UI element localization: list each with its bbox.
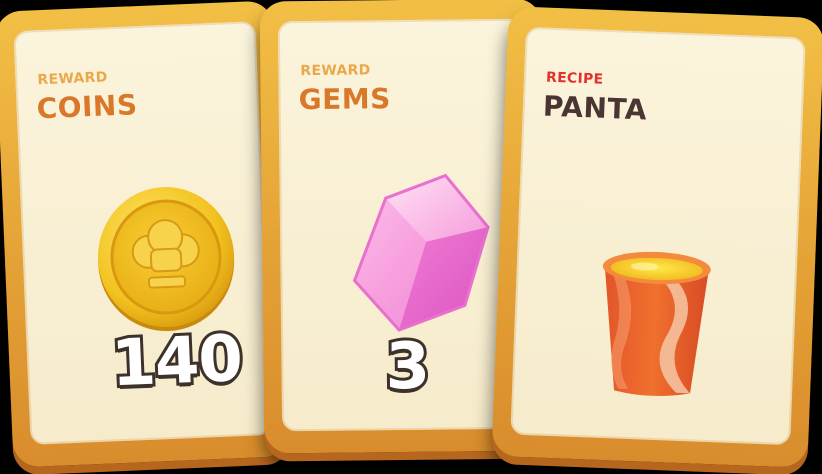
card-title: PANTA (542, 89, 648, 127)
gem-icon (352, 173, 490, 332)
reward-cards-screen: REWARD COINS 140 REWARD GEMS 3 RECIPE PA… (0, 0, 822, 474)
card-face: RECIPE PANTA (510, 26, 806, 446)
card-kind-label: REWARD (37, 69, 108, 89)
card-title: GEMS (298, 82, 391, 117)
card-title: COINS (35, 88, 139, 126)
card-face: REWARD GEMS 3 (277, 18, 529, 432)
reward-amount: 140 (107, 319, 247, 404)
card-kind-label: RECIPE (545, 69, 604, 88)
card-kind-label: REWARD (300, 62, 371, 80)
panta-recipe-card[interactable]: RECIPE PANTA (491, 6, 822, 468)
card-face: REWARD COINS 140 (13, 21, 273, 445)
coins-reward-card[interactable]: REWARD COINS 140 (0, 0, 292, 468)
coin-icon (97, 187, 235, 332)
drink-cup-icon (602, 251, 711, 396)
reward-amount: 3 (382, 327, 432, 407)
